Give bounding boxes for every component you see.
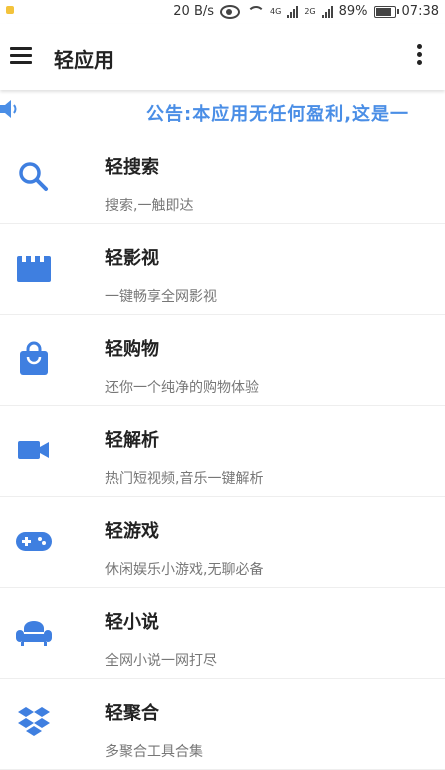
- clock: 07:38: [401, 4, 439, 19]
- item-title: 轻聚合: [105, 703, 159, 724]
- sim2-label: 2G: [304, 7, 316, 16]
- speaker-icon: [0, 100, 17, 118]
- item-title: 轻购物: [105, 339, 159, 360]
- sim1-label: 4G: [270, 7, 282, 16]
- item-desc: 多聚合工具合集: [105, 744, 203, 760]
- feature-list: 轻搜索 搜索,一触即达 轻影视 一键畅享全网影视 轻购物 还你一个纯净的购物体验…: [0, 133, 445, 770]
- item-desc: 热门短视频,音乐一键解析: [105, 471, 264, 487]
- item-title: 轻解析: [105, 430, 159, 451]
- list-item-parse[interactable]: 轻解析 热门短视频,音乐一键解析: [0, 406, 445, 497]
- item-desc: 全网小说一网打尽: [105, 653, 217, 669]
- item-title: 轻影视: [105, 248, 159, 269]
- signal-icon-2: [321, 5, 333, 18]
- list-item-movie[interactable]: 轻影视 一键畅享全网影视: [0, 224, 445, 315]
- status-bar: 20 B/s 4G 2G 89% 07:38: [0, 0, 445, 24]
- shopping-bag-icon: [20, 341, 48, 375]
- notice-text: 公告:本应用无任何盈利,这是一: [146, 104, 410, 125]
- wifi-icon: [246, 5, 266, 18]
- hamburger-menu-icon[interactable]: [10, 47, 32, 64]
- sofa-icon: [16, 621, 52, 646]
- list-item-shopping[interactable]: 轻购物 还你一个纯净的购物体验: [0, 315, 445, 406]
- list-item-novel[interactable]: 轻小说 全网小说一网打尽: [0, 588, 445, 679]
- battery-percent: 89%: [338, 4, 368, 19]
- video-camera-icon: [18, 441, 49, 459]
- eye-icon: [220, 4, 241, 19]
- item-desc: 休闲娱乐小游戏,无聊必备: [105, 562, 264, 578]
- page-title: 轻应用: [54, 48, 114, 72]
- signal-icon: [287, 5, 299, 18]
- movie-clapper-icon: [17, 256, 51, 282]
- item-title: 轻游戏: [105, 521, 159, 542]
- notice-banner: 公告:本应用无任何盈利,这是一: [0, 92, 445, 128]
- gamepad-icon: [16, 532, 52, 551]
- more-vert-icon[interactable]: [417, 44, 423, 66]
- dropbox-icon: [18, 707, 50, 736]
- list-item-aggregate[interactable]: 轻聚合 多聚合工具合集: [0, 679, 445, 770]
- item-title: 轻小说: [105, 612, 159, 633]
- item-desc: 搜索,一触即达: [105, 198, 194, 214]
- app-bar: 轻应用: [0, 24, 445, 90]
- notification-icon: [6, 6, 14, 14]
- item-desc: 还你一个纯净的购物体验: [105, 380, 259, 396]
- net-speed: 20 B/s: [173, 4, 215, 19]
- list-item-games[interactable]: 轻游戏 休闲娱乐小游戏,无聊必备: [0, 497, 445, 588]
- list-item-search[interactable]: 轻搜索 搜索,一触即达: [0, 133, 445, 224]
- battery-icon: [373, 5, 399, 18]
- item-title: 轻搜索: [105, 157, 159, 178]
- search-icon: [19, 162, 48, 191]
- battery-fill: [375, 7, 391, 16]
- item-desc: 一键畅享全网影视: [105, 289, 217, 305]
